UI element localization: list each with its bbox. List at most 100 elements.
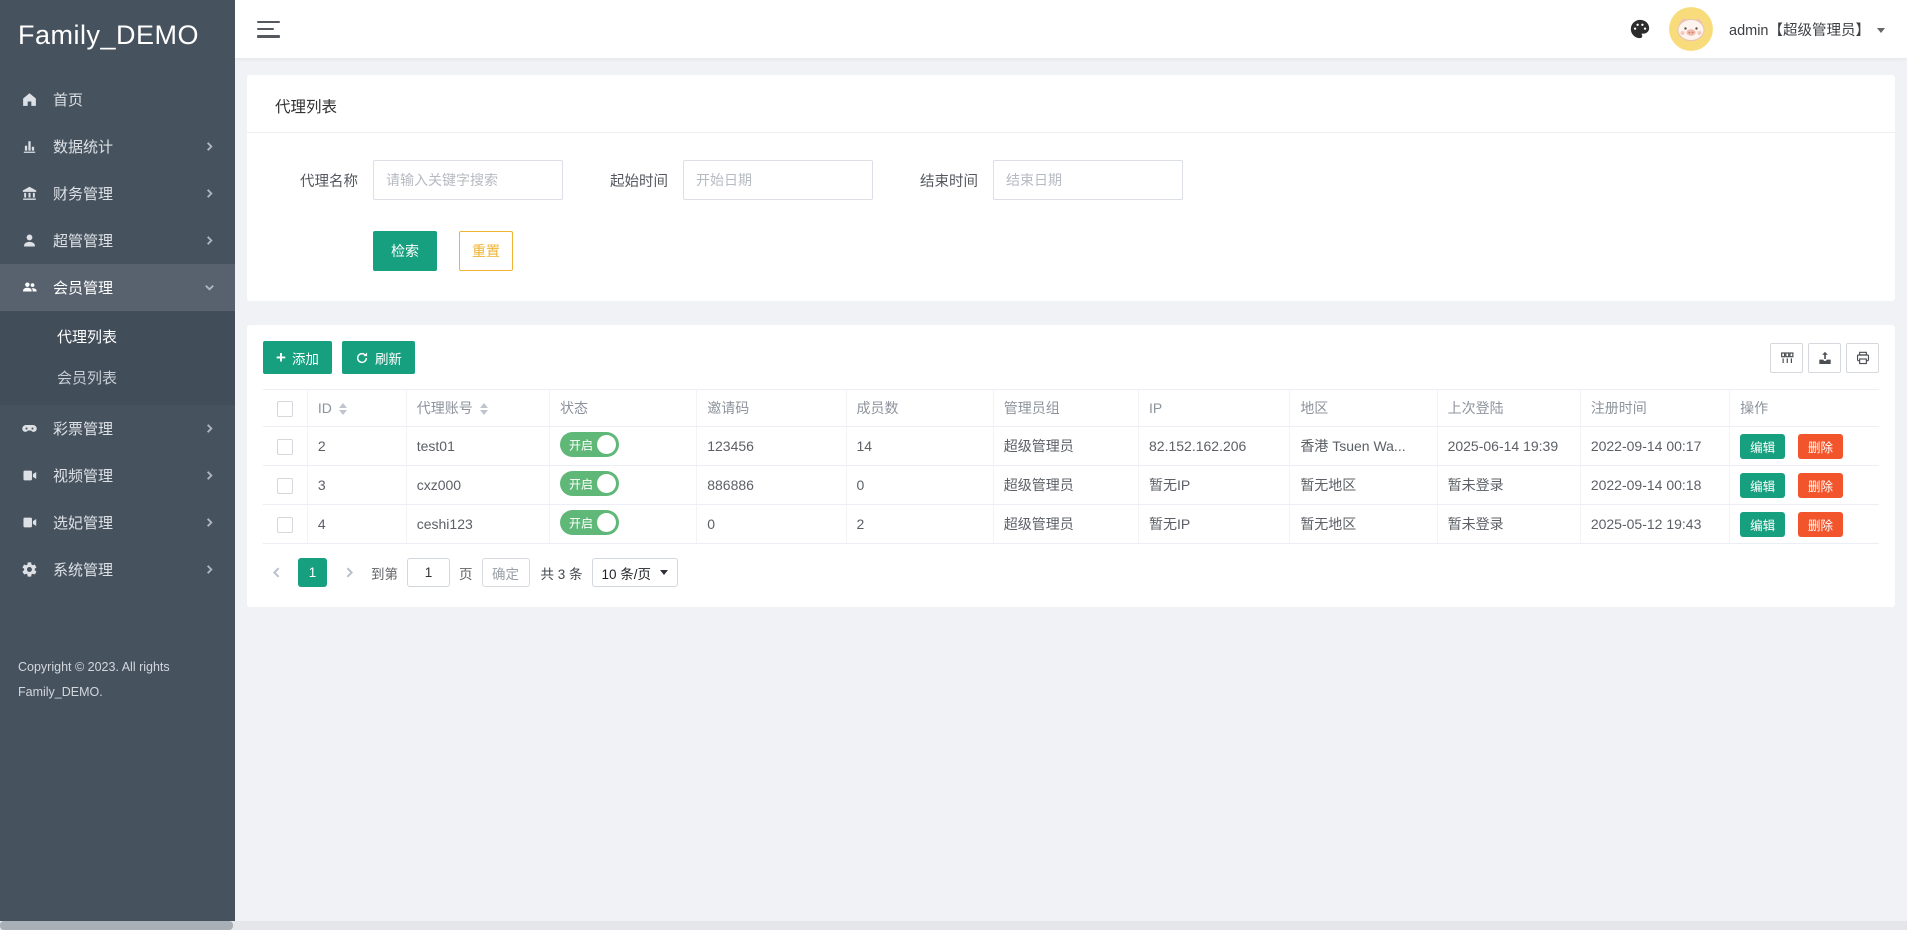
- cell-ip: 暂无IP: [1139, 505, 1290, 544]
- cell-last-login: 暂未登录: [1437, 466, 1580, 505]
- chevron-right-icon[interactable]: [336, 559, 362, 587]
- chevron-right-icon: [204, 141, 215, 152]
- sidebar-item-label: 财务管理: [53, 183, 204, 204]
- cell-id: 3: [307, 466, 406, 505]
- edit-button[interactable]: 编辑: [1740, 473, 1785, 498]
- select-all-checkbox[interactable]: [277, 401, 293, 417]
- end-time-label: 结束时间: [920, 170, 978, 191]
- menu-toggle-icon[interactable]: [257, 21, 280, 38]
- status-toggle-knob: [597, 513, 616, 532]
- sidebar-item-label: 视频管理: [53, 465, 204, 486]
- cell-member-count: 2: [846, 505, 993, 544]
- export-icon[interactable]: [1808, 343, 1841, 373]
- delete-button[interactable]: 删除: [1798, 473, 1843, 498]
- column-header: 管理员组: [993, 390, 1138, 427]
- chevron-left-icon[interactable]: [263, 559, 289, 587]
- video-icon: [20, 514, 38, 532]
- cell-region: 暂无地区: [1290, 466, 1437, 505]
- goto-confirm-button[interactable]: 确定: [482, 558, 530, 587]
- chart-icon: [20, 138, 38, 156]
- sidebar-item-label: 系统管理: [53, 559, 204, 580]
- reset-button[interactable]: 重置: [459, 231, 513, 271]
- edit-button[interactable]: 编辑: [1740, 512, 1785, 537]
- cell-register-time: 2022-09-14 00:18: [1580, 466, 1729, 505]
- status-toggle-label: 开启: [569, 436, 593, 453]
- column-header: 地区: [1290, 390, 1437, 427]
- plus-icon: +: [276, 349, 286, 366]
- cell-last-login: 2025-06-14 19:39: [1437, 427, 1580, 466]
- column-header: [263, 390, 307, 427]
- sidebar: Family_DEMO 首页数据统计财务管理超管管理会员管理代理列表会员列表彩票…: [0, 0, 235, 930]
- status-toggle[interactable]: 开启: [560, 432, 619, 457]
- print-icon[interactable]: [1846, 343, 1879, 373]
- status-toggle-label: 开启: [569, 514, 593, 531]
- add-button[interactable]: + 添加: [263, 341, 332, 374]
- sidebar-item[interactable]: 首页: [0, 76, 235, 123]
- column-header[interactable]: ID: [307, 390, 406, 427]
- filter-card: 代理列表 代理名称 起始时间 结束时间: [247, 75, 1895, 301]
- sidebar-item[interactable]: 会员管理: [0, 264, 235, 311]
- sort-icon[interactable]: [339, 403, 347, 415]
- row-checkbox[interactable]: [277, 478, 293, 494]
- table-body: 2 test01 开启 123456 14 超级管理员 82.152.162.2…: [263, 427, 1879, 544]
- sidebar-subitem[interactable]: 会员列表: [0, 358, 235, 399]
- status-toggle[interactable]: 开启: [560, 471, 619, 496]
- pagination: 1 到第 页 确定 共 3 条 10 条/页: [263, 558, 1879, 587]
- refresh-button[interactable]: 刷新: [342, 341, 415, 374]
- agents-table: ID代理账号状态邀请码成员数管理员组IP地区上次登陆注册时间操作 2 test0…: [263, 389, 1879, 544]
- cell-id: 2: [307, 427, 406, 466]
- cell-member-count: 14: [846, 427, 993, 466]
- end-date-input[interactable]: [993, 160, 1183, 200]
- sidebar-item[interactable]: 彩票管理: [0, 405, 235, 452]
- row-checkbox[interactable]: [277, 517, 293, 533]
- user-menu[interactable]: admin【超级管理员】: [1729, 19, 1885, 40]
- search-button[interactable]: 检索: [373, 231, 437, 271]
- delete-button[interactable]: 删除: [1798, 434, 1843, 459]
- column-header[interactable]: 代理账号: [406, 390, 549, 427]
- delete-button[interactable]: 删除: [1798, 512, 1843, 537]
- sort-icon[interactable]: [480, 403, 488, 415]
- page-size-select[interactable]: 10 条/页: [592, 558, 679, 587]
- video-icon: [20, 467, 38, 485]
- theme-palette-icon[interactable]: [1627, 16, 1653, 42]
- sidebar-item[interactable]: 数据统计: [0, 123, 235, 170]
- copyright-line-2: Family_DEMO.: [18, 680, 217, 705]
- columns-icon[interactable]: [1770, 343, 1803, 373]
- refresh-icon: [355, 351, 369, 365]
- cell-register-time: 2025-05-12 19:43: [1580, 505, 1729, 544]
- page-number-button[interactable]: 1: [298, 558, 327, 587]
- sidebar-subitem[interactable]: 代理列表: [0, 317, 235, 358]
- sidebar-submenu: 代理列表会员列表: [0, 311, 235, 405]
- sidebar-item[interactable]: 超管管理: [0, 217, 235, 264]
- app-logo: Family_DEMO: [0, 0, 235, 70]
- column-header: 邀请码: [697, 390, 846, 427]
- goto-page-input[interactable]: [407, 558, 450, 587]
- main-content: 代理列表 代理名称 起始时间 结束时间: [235, 58, 1907, 930]
- user-avatar[interactable]: [1669, 7, 1713, 51]
- status-toggle[interactable]: 开启: [560, 510, 619, 535]
- start-date-input[interactable]: [683, 160, 873, 200]
- cell-account: ceshi123: [406, 505, 549, 544]
- agent-name-input[interactable]: [373, 160, 563, 200]
- table-header-row: ID代理账号状态邀请码成员数管理员组IP地区上次登陆注册时间操作: [263, 390, 1879, 427]
- cell-admin-group: 超级管理员: [993, 505, 1138, 544]
- top-header: admin【超级管理员】: [235, 0, 1907, 58]
- column-header: 操作: [1730, 390, 1879, 427]
- edit-button[interactable]: 编辑: [1740, 434, 1785, 459]
- sidebar-item[interactable]: 财务管理: [0, 170, 235, 217]
- chevron-right-icon: [204, 235, 215, 246]
- sidebar-item[interactable]: 选妃管理: [0, 499, 235, 546]
- total-count: 共 3 条: [541, 563, 583, 583]
- sidebar-item[interactable]: 系统管理: [0, 546, 235, 593]
- column-header: IP: [1139, 390, 1290, 427]
- column-header: 状态: [549, 390, 696, 427]
- finance-icon: [20, 185, 38, 203]
- row-checkbox[interactable]: [277, 439, 293, 455]
- sidebar-item-label: 彩票管理: [53, 418, 204, 439]
- sidebar-item[interactable]: 视频管理: [0, 452, 235, 499]
- scrollbar-thumb[interactable]: [0, 921, 233, 930]
- copyright-line-1: Copyright © 2023. All rights: [18, 655, 217, 680]
- status-toggle-knob: [597, 435, 616, 454]
- cell-invite-code: 0: [697, 505, 846, 544]
- goto-prefix: 到第: [371, 563, 398, 583]
